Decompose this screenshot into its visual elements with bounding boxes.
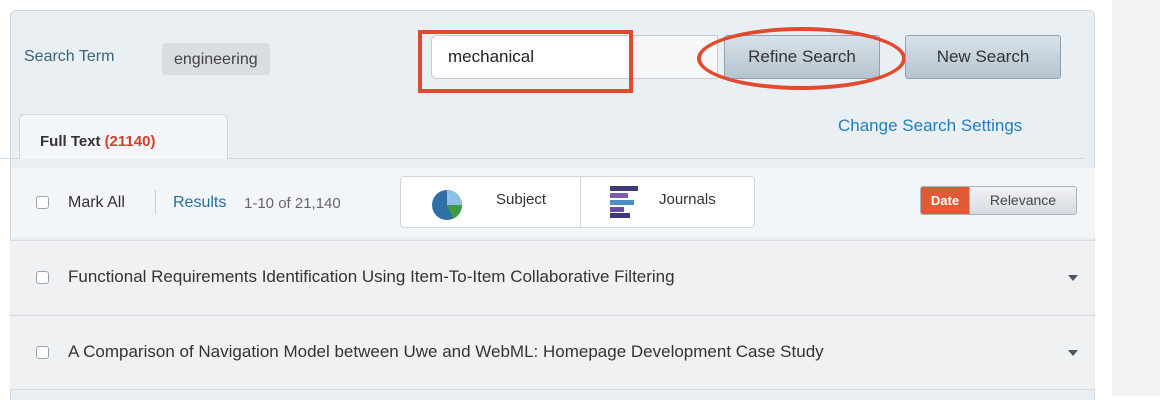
- subject-facet-button[interactable]: [400, 176, 580, 228]
- result-row[interactable]: A Comparison of Navigation Model between…: [10, 315, 1095, 389]
- right-gutter: [1112, 0, 1160, 396]
- result-title[interactable]: Functional Requirements Identification U…: [68, 267, 675, 287]
- expand-caret-icon[interactable]: [1068, 350, 1078, 356]
- refine-search-input-extension[interactable]: [626, 35, 718, 79]
- search-term-chip: engineering: [162, 43, 270, 75]
- result-row[interactable]: Functional Requirements Identification U…: [10, 240, 1095, 314]
- expand-caret-icon[interactable]: [1068, 275, 1078, 281]
- refine-search-input[interactable]: [431, 35, 626, 79]
- change-search-settings-link[interactable]: Change Search Settings: [838, 116, 1022, 136]
- results-range: 1-10 of 21,140: [244, 195, 341, 212]
- journal-stack-icon: [610, 186, 638, 218]
- sort-date-button[interactable]: Date: [921, 187, 969, 214]
- subject-facet-label: Subject: [496, 191, 547, 208]
- new-search-button[interactable]: New Search: [905, 35, 1061, 79]
- tab-full-text[interactable]: Full Text (21140): [19, 114, 228, 159]
- refine-search-button[interactable]: Refine Search: [724, 35, 880, 79]
- journals-facet-label: Journals: [659, 191, 716, 208]
- sort-relevance-button[interactable]: Relevance: [969, 187, 1076, 214]
- results-label: Results: [173, 194, 227, 211]
- mark-all-checkbox[interactable]: [36, 196, 49, 209]
- sort-toggle: Date Relevance: [920, 186, 1077, 215]
- pie-chart-icon: [432, 190, 463, 220]
- search-term-label: Search Term: [24, 48, 115, 65]
- mark-all-label[interactable]: Mark All: [68, 194, 125, 212]
- result-checkbox[interactable]: [36, 271, 49, 284]
- results-bottom-border: [10, 389, 1095, 390]
- result-title[interactable]: A Comparison of Navigation Model between…: [68, 342, 824, 362]
- toolbar-divider: [155, 190, 156, 214]
- tab-full-text-label: Full Text: [40, 133, 101, 150]
- page-top-strip: [0, 0, 1160, 8]
- result-checkbox[interactable]: [36, 346, 49, 359]
- tab-full-text-count: (21140): [104, 133, 156, 150]
